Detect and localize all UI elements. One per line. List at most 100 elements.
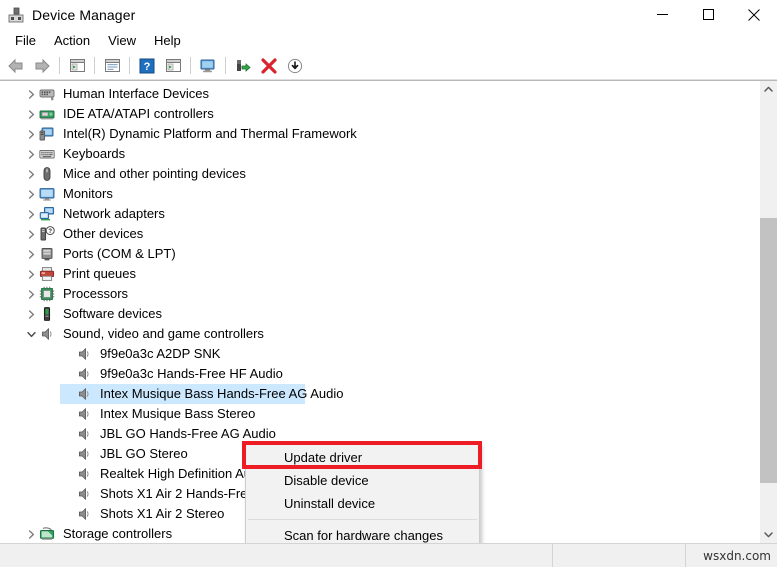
back-icon[interactable] [4,54,28,77]
chevron-right-icon[interactable] [23,526,39,542]
properties-icon[interactable] [100,54,124,77]
tree-row[interactable]: Sound, video and game controllers [0,324,759,344]
forward-icon[interactable] [30,54,54,77]
toolbar-separator [225,57,226,74]
tree-row[interactable]: JBL GO Hands-Free AG Audio [0,424,759,444]
vertical-scrollbar[interactable] [759,81,777,543]
tree-row-label: Storage controllers [63,526,173,541]
context-menu[interactable]: Update driver Disable device Uninstall d… [245,443,480,543]
speaker-icon [76,426,92,442]
tree-row[interactable]: Intex Musique Bass Stereo [0,404,759,424]
chevron-down-icon[interactable] [23,326,39,342]
minimize-button[interactable] [639,0,685,29]
chevron-right-icon[interactable] [23,126,39,142]
speaker-icon [76,366,92,382]
tree-row-label: Other devices [63,226,144,241]
tree-row[interactable]: Software devices [0,304,759,324]
status-pane-1 [0,544,553,567]
tree-row-label: Intex Musique Bass Hands-Free AG Audio [100,386,344,401]
chevron-right-icon[interactable] [23,86,39,102]
network-adapter-icon [39,206,55,222]
tree-row[interactable]: Human Interface Devices [0,84,759,104]
port-icon [39,246,55,262]
tree-row-label: IDE ATA/ATAPI controllers [63,106,214,121]
tree-row[interactable]: Intex Musique Bass Hands-Free AG Audio [0,384,759,404]
tree-row-label: Intex Musique Bass Stereo [100,406,256,421]
chevron-right-icon[interactable] [23,166,39,182]
tree-row-label: Shots X1 Air 2 Stereo [100,506,225,521]
speaker-icon [76,466,92,482]
close-button[interactable] [731,0,777,29]
tree-row[interactable]: Keyboards [0,144,759,164]
chevron-right-icon[interactable] [23,306,39,322]
client-area: Human Interface Devices IDE ATA/ATAPI con… [0,80,777,543]
tree-row-label: Print queues [63,266,136,281]
menu-help[interactable]: Help [145,30,190,51]
keyboard-icon [39,146,55,162]
chevron-right-icon[interactable] [23,286,39,302]
chevron-right-icon[interactable] [23,186,39,202]
svg-text:?: ? [48,229,52,235]
speaker-icon [76,346,92,362]
software-device-icon [39,306,55,322]
status-pane-2 [553,544,686,567]
tree-row-label: JBL GO Hands-Free AG Audio [100,426,276,441]
scan-for-hardware-changes-icon[interactable] [196,54,220,77]
context-menu-item-disable-device[interactable]: Disable device [246,469,479,492]
scroll-down-button[interactable] [760,526,777,543]
scroll-up-button[interactable] [760,81,777,98]
speaker-icon [76,506,92,522]
status-bar: wsxdn.com [0,543,777,567]
other-device-icon: ? [39,226,55,242]
chevron-right-icon[interactable] [23,206,39,222]
menu-action[interactable]: Action [45,30,99,51]
tree-row-label: Ports (COM & LPT) [63,246,176,261]
tree-row[interactable]: ? Other devices [0,224,759,244]
scrollbar-thumb[interactable] [760,218,777,483]
tree-row-label: Network adapters [63,206,165,221]
tree-row[interactable]: Processors [0,284,759,304]
tree-row[interactable]: IDE ATA/ATAPI controllers [0,104,759,124]
disable-device-icon[interactable] [283,54,307,77]
tree-row-label: Mice and other pointing devices [63,166,246,181]
uninstall-device-icon[interactable] [257,54,281,77]
tree-row[interactable]: Monitors [0,184,759,204]
scrollbar-track[interactable] [760,98,777,526]
help-icon[interactable]: ? [135,54,159,77]
context-menu-item-update-driver[interactable]: Update driver [246,446,479,469]
tree-row-label: Sound, video and game controllers [63,326,264,341]
enable-device-icon[interactable] [231,54,255,77]
chevron-right-icon[interactable] [23,246,39,262]
chevron-right-icon[interactable] [23,266,39,282]
update-driver-icon[interactable] [161,54,185,77]
show-hide-console-tree-icon[interactable] [65,54,89,77]
tree-row-label: Intel(R) Dynamic Platform and Thermal Fr… [63,126,357,141]
chevron-right-icon[interactable] [23,106,39,122]
speaker-icon [76,486,92,502]
tree-row[interactable]: Print queues [0,264,759,284]
tree-row[interactable]: 9f9e0a3c A2DP SNK [0,344,759,364]
tree-row[interactable]: Network adapters [0,204,759,224]
menu-file[interactable]: File [6,30,45,51]
toolbar: ? [0,52,777,80]
chevron-right-icon[interactable] [23,146,39,162]
mouse-icon [39,166,55,182]
tree-row[interactable]: Ports (COM & LPT) [0,244,759,264]
context-menu-item-uninstall-device[interactable]: Uninstall device [246,492,479,515]
menu-view[interactable]: View [99,30,145,51]
toolbar-separator [129,57,130,74]
hid-icon [39,86,55,102]
tree-row[interactable]: 9f9e0a3c Hands-Free HF Audio [0,364,759,384]
tree-row[interactable]: Intel(R) Dynamic Platform and Thermal Fr… [0,124,759,144]
speaker-icon [76,386,92,402]
toolbar-separator [190,57,191,74]
maximize-button[interactable] [685,0,731,29]
storage-controller-icon [39,526,55,542]
context-menu-item-scan-for-hardware-changes[interactable]: Scan for hardware changes [246,524,479,543]
tree-row[interactable]: Mice and other pointing devices [0,164,759,184]
chevron-right-icon[interactable] [23,226,39,242]
